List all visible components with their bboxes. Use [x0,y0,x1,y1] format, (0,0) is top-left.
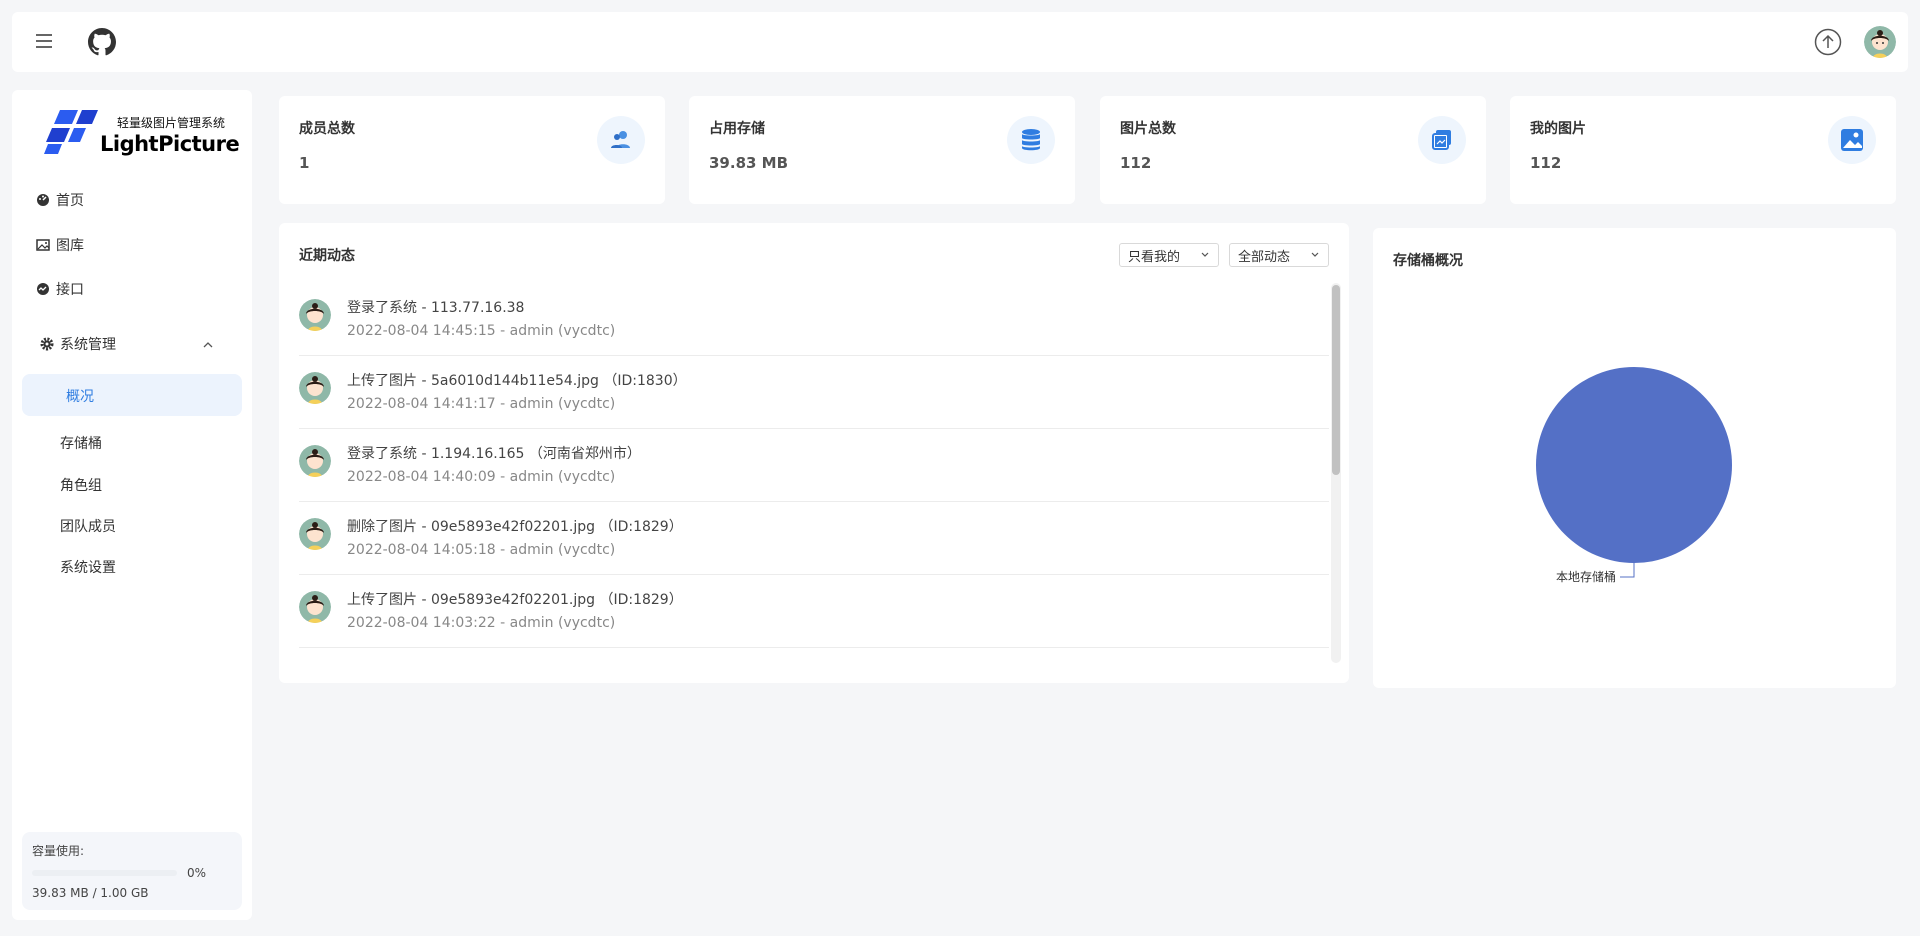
sidebar-sub-roles[interactable]: 角色组 [60,475,102,495]
chevron-up-icon[interactable] [202,339,214,351]
stat-card-my-images: 我的图片 112 [1510,96,1896,204]
user-avatar [299,299,331,331]
activity-meta: 2022-08-04 14:41:17 - admin (vycdtc) [347,396,616,412]
activity-item: 登录了系统 - 1.194.16.165 （河南省郑州市） 2022-08-04… [299,429,1329,502]
storage-panel: 本地存储桶 存储桶概况 [1373,228,1896,688]
filter-all-value: 全部动态 [1238,249,1291,265]
user-avatar [299,518,331,550]
pie-leader-line [1620,563,1635,578]
activity-text: 上传了图片 - 09e5893e42f02201.jpg （ID:1829） [347,592,683,608]
top-bar [12,12,1908,72]
storage-pie-chart: 本地存储桶 [1536,367,1732,584]
stat-value: 1 [299,154,310,172]
filter-all-select[interactable]: 全部动态 [1229,243,1329,267]
activity-title: 近期动态 [299,248,355,264]
sidebar-item-label: 系统管理 [60,337,116,353]
stat-icon-wrap [597,116,645,164]
sidebar-item-system[interactable]: 系统管理 [40,333,116,355]
stat-icon-wrap [1828,116,1876,164]
logo-name: LightPicture [100,132,240,156]
filter-mine-value: 只看我的 [1128,249,1181,265]
stat-label: 成员总数 [299,121,355,137]
sidebar-sub-storage[interactable]: 存储桶 [60,433,102,453]
sidebar-item-home[interactable]: 首页 [36,189,84,211]
scrollbar-thumb[interactable] [1332,285,1340,475]
stat-value: 112 [1120,154,1152,172]
activity-text: 登录了系统 - 113.77.16.38 [347,300,525,316]
stat-label: 图片总数 [1120,121,1176,137]
sidebar-item-label: 首页 [56,193,84,209]
capacity-label: 容量使用: [32,844,85,858]
sidebar-sub-overview[interactable]: 概况 [22,374,242,416]
capacity-panel: 容量使用: 0% 39.83 MB / 1.00 GB [22,832,242,910]
logo-subtitle: 轻量级图片管理系统 [117,116,226,130]
capacity-percent: 0% [187,866,207,880]
images-icon [1432,130,1451,150]
user-avatar[interactable] [1864,26,1896,58]
activity-meta: 2022-08-04 14:05:18 - admin (vycdtc) [347,542,616,558]
stat-card-images: 图片总数 112 [1100,96,1486,204]
sidebar-sub-team[interactable]: 团队成员 [60,516,116,536]
stat-icon-wrap [1418,116,1466,164]
pie-slice[interactable] [1536,367,1732,563]
activity-meta: 2022-08-04 14:45:15 - admin (vycdtc) [347,323,616,339]
sidebar-item-api[interactable]: 接口 [36,278,84,300]
users-icon [611,131,630,148]
stat-icon-wrap [1007,116,1055,164]
sidebar: 轻量级图片管理系统 LightPicture 首页 图库 接口 系统管理 概况 … [12,90,252,920]
storage-title: 存储桶概况 [1393,253,1463,269]
image-icon [36,239,50,251]
activity-text: 删除了图片 - 09e5893e42f02201.jpg （ID:1829） [347,519,683,535]
logo-mark-icon [44,110,98,154]
activity-item: 删除了图片 - 09e5893e42f02201.jpg （ID:1829） 2… [299,502,1329,575]
sidebar-item-label: 接口 [56,282,84,298]
chevron-down-icon [1311,252,1319,257]
activity-item: 上传了图片 - 5a6010d144b11e54.jpg （ID:1830） 2… [299,356,1329,429]
upload-icon[interactable] [1814,28,1842,56]
sidebar-sub-settings[interactable]: 系统设置 [60,557,116,577]
dashboard-icon [37,194,49,206]
stat-label: 我的图片 [1530,121,1586,137]
activity-panel: 近期动态 只看我的 全部动态 登录了系统 - 113.77.16.38 2022… [279,223,1349,683]
database-icon [1022,129,1040,151]
filter-mine-select[interactable]: 只看我的 [1119,243,1219,267]
activity-item: 登录了系统 - 113.77.16.38 2022-08-04 14:45:15… [299,283,1329,356]
activity-scrollbar[interactable] [1331,283,1341,663]
stat-value: 39.83 MB [709,154,789,172]
user-avatar [299,372,331,404]
gear-icon [40,337,54,351]
stat-value: 112 [1530,154,1562,172]
api-icon [37,283,49,295]
stat-card-storage: 占用存储 39.83 MB [689,96,1075,204]
activity-meta: 2022-08-04 14:40:09 - admin (vycdtc) [347,469,616,485]
github-icon[interactable] [88,28,116,56]
activity-list[interactable]: 登录了系统 - 113.77.16.38 2022-08-04 14:45:15… [299,283,1329,663]
activity-meta: 2022-08-04 14:03:22 - admin (vycdtc) [347,615,616,631]
hamburger-icon[interactable] [32,30,56,54]
user-avatar [299,591,331,623]
sidebar-item-gallery[interactable]: 图库 [36,234,84,256]
activity-text: 登录了系统 - 1.194.16.165 （河南省郑州市） [347,446,641,462]
chevron-down-icon [1201,252,1209,257]
capacity-used: 39.83 MB / 1.00 GB [32,886,149,900]
sidebar-item-label: 图库 [56,238,84,254]
stat-label: 占用存储 [709,121,765,137]
pie-label: 本地存储桶 [1556,569,1616,584]
logo[interactable]: 轻量级图片管理系统 LightPicture [42,108,240,160]
capacity-bar [32,870,177,876]
picture-icon [1841,129,1863,151]
activity-text: 上传了图片 - 5a6010d144b11e54.jpg （ID:1830） [347,373,687,389]
stat-card-members: 成员总数 1 [279,96,665,204]
activity-item: 上传了图片 - 09e5893e42f02201.jpg （ID:1829） 2… [299,575,1329,648]
user-avatar [299,445,331,477]
